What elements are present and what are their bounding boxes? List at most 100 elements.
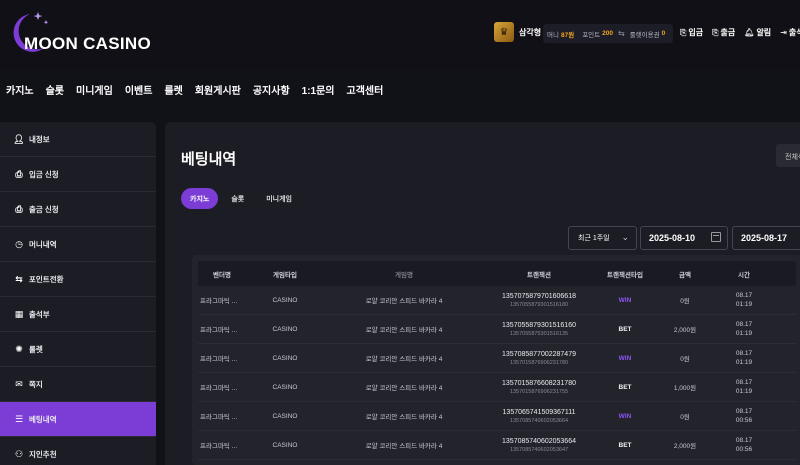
transaction-ref: 1357055879301516180 (509, 301, 569, 308)
sidebar-item-point-convert[interactable]: ⇆ 포인트전환 (0, 262, 156, 297)
sidebar-item-attendance[interactable]: ▦ 출석부 (0, 297, 156, 332)
table-row[interactable]: 프라그마틱 ... CASINO 로얄 코리안 스피드 바카라 4 135708574… (198, 431, 796, 460)
transaction-id: 1357075879701606618 (502, 292, 576, 300)
transaction-id: 1357085740602053664 (502, 437, 576, 445)
bet-history-table: 벤더명 게임타입 게임명 트랜잭션 트랜잭션타입 금액 시간 프라그마틱 ...… (192, 255, 800, 465)
tab-casino[interactable]: 카지노 (181, 188, 219, 209)
tab-slot[interactable]: 슬롯 (222, 188, 253, 209)
time-clock: 01:19 (735, 330, 753, 337)
table-header: 벤더명 게임타입 게임명 트랜잭션 트랜잭션타입 금액 시간 (198, 261, 796, 286)
brand-name: MOON CASINO (24, 34, 152, 53)
transaction-ref: 1357085740602053647 (509, 446, 569, 453)
cell-time: 08.17 00:56 (714, 431, 774, 459)
cell-transaction-type: BET (618, 441, 632, 449)
table-row[interactable]: 프라그마틱 ... CASINO 로얄 코리안 스피드 바카라 4 135705587… (198, 315, 796, 344)
col-amount: 금액 (679, 271, 691, 279)
transaction-id: 1357065741509367111 (502, 408, 576, 416)
swap-icon[interactable]: ⇆ (618, 29, 625, 38)
cell-game-name: 로얄 코리안 스피드 바카라 4 (365, 385, 443, 392)
time-date: 08.17 (735, 408, 753, 415)
table-row[interactable]: 프라그마틱 ... CASINO 로얄 코리안 스피드 바카라 4 135708587… (198, 344, 796, 373)
table-row[interactable]: 프라그마틱 ... CASINO 로얄 코리안 스피드 바카라 4 135706574… (198, 402, 796, 431)
sidebar-item-message[interactable]: ✉ 쪽지 (0, 367, 156, 402)
point-label: 포인트 (582, 31, 601, 39)
nav-board[interactable]: 회원게시판 (195, 82, 241, 97)
calendar-icon[interactable] (711, 232, 721, 242)
col-transaction-type: 트랜잭션타입 (607, 271, 643, 279)
cell-transaction-type: BET (618, 325, 632, 333)
deposit-button[interactable]: ⎘ 입금 (680, 27, 703, 38)
nav-support[interactable]: 고객센터 (347, 82, 384, 97)
game-tabs: 카지노 슬롯 미니게임 (181, 188, 301, 209)
cell-time: 08.17 01:19 (714, 373, 774, 401)
delete-all-button[interactable]: 전체삭제 (776, 144, 800, 167)
sidebar-item-myinfo[interactable]: 👤︎ 내정보 (0, 122, 156, 157)
sidebar: 👤︎ 내정보 ⎙ 입금 신청 ⎙ 출금 신청 ◷ 머니내역 ⇆ 포인트전환 ▦ 출석부 ✺ 룰… (0, 122, 156, 465)
cell-vendor: 프라그마틱 ... (200, 356, 238, 363)
sidebar-item-roulette[interactable]: ✺ 룰렛 (0, 332, 156, 367)
nav-notice[interactable]: 공지사항 (253, 82, 290, 97)
time-clock: 01:19 (735, 359, 753, 366)
main-nav: 카지노 슬롯 미니게임 이벤트 룰렛 회원게시판 공지사항 1:1문의 고객센터 (6, 82, 383, 97)
sidebar-item-deposit[interactable]: ⎙ 입금 신청 (0, 157, 156, 192)
date-to-input[interactable]: 2025-08-17 (732, 226, 800, 250)
coupon-label: 룰렛이용권 (629, 31, 660, 39)
cell-transaction: 1357015876608231780 1357015876906231755 (484, 373, 594, 401)
cell-game-type: CASINO (272, 441, 298, 449)
sidebar-item-referral[interactable]: ⚇ 지인추천 (0, 437, 156, 465)
top-actions: ⎘입금 ⎘출금 🔔︎알림 ⇥출석부 (680, 27, 800, 38)
cell-vendor: 프라그마틱 ... (200, 385, 238, 392)
cell-amount: 2,000원 (673, 443, 697, 450)
cell-time: 08.17 01:19 (714, 286, 774, 314)
cell-vendor: 프라그마틱 ... (200, 443, 238, 450)
calendar-icon: ▦ (14, 308, 24, 319)
logo[interactable]: MOON CASINO (2, 10, 172, 56)
cell-vendor: 프라그마틱 ... (200, 298, 238, 305)
cell-game-name: 로얄 코리안 스피드 바카라 4 (365, 356, 443, 363)
nav-casino[interactable]: 카지노 (6, 82, 34, 97)
deposit-icon: ⎙ (15, 168, 23, 179)
logout-icon: ⇥ (780, 28, 787, 37)
withdraw-button[interactable]: ⎘ 출금 (712, 27, 735, 38)
bell-icon: 🔔︎ (744, 28, 755, 37)
cell-amount: 1,000원 (673, 385, 697, 392)
nav-inquiry[interactable]: 1:1문의 (302, 82, 335, 97)
col-vendor: 벤더명 (213, 271, 231, 279)
date-to-value: 2025-08-17 (741, 233, 788, 243)
cell-game-name: 로얄 코리안 스피드 바카라 4 (365, 298, 443, 305)
alarm-button[interactable]: 🔔︎ 알림 (744, 27, 771, 38)
sidebar-item-bet-history[interactable]: ☰ 베팅내역 (0, 402, 156, 437)
period-select[interactable]: 최근 1주일 ⌄ (568, 226, 637, 250)
nav-event[interactable]: 이벤트 (125, 82, 153, 97)
nav-minigame[interactable]: 미니게임 (76, 82, 113, 97)
time-clock: 01:19 (735, 388, 753, 395)
time-date: 08.17 (735, 437, 753, 444)
cell-game-name: 로얄 코리안 스피드 바카라 4 (365, 443, 443, 450)
col-game-name: 게임명 (395, 271, 413, 279)
cell-transaction-type: WIN (618, 296, 632, 304)
sidebar-item-withdraw[interactable]: ⎙ 출금 신청 (0, 192, 156, 227)
transaction-ref: 1357055875301516135 (509, 330, 569, 337)
cell-vendor: 프라그마틱 ... (200, 414, 238, 421)
time-date: 08.17 (735, 321, 753, 328)
list-icon: ☰ (14, 413, 24, 424)
nav-slot[interactable]: 슬롯 (46, 82, 64, 97)
attendance-button[interactable]: ⇥출석부 (780, 27, 800, 38)
table-row[interactable]: 프라그마틱 ... CASINO 로얄 코리안 스피드 바카라 4 135701587… (198, 373, 796, 402)
date-from-input[interactable]: 2025-08-10 (640, 226, 728, 250)
nav-roulette[interactable]: 룰렛 (164, 82, 182, 97)
withdraw-icon: ⎘ (712, 27, 719, 37)
cell-game-type: CASINO (272, 325, 298, 333)
cell-time: 08.17 00:56 (714, 402, 774, 430)
table-row[interactable]: 프라그마틱 ... CASINO 로얄 코리안 스피드 바카라 4 135707587… (198, 286, 796, 315)
sidebar-item-money-history[interactable]: ◷ 머니내역 (0, 227, 156, 262)
transaction-ref: 1357015876906231780 (509, 359, 569, 366)
username: 삼각형 (519, 27, 542, 37)
point-value: 200 (602, 30, 613, 37)
tab-minigame[interactable]: 미니게임 (257, 188, 301, 209)
cell-transaction-type: WIN (618, 412, 632, 420)
time-clock: 00:56 (735, 446, 753, 453)
time-clock: 00:56 (735, 417, 753, 424)
user-profile[interactable]: ♛ 삼각형 (494, 22, 541, 42)
people-icon: ⚇ (14, 448, 24, 459)
